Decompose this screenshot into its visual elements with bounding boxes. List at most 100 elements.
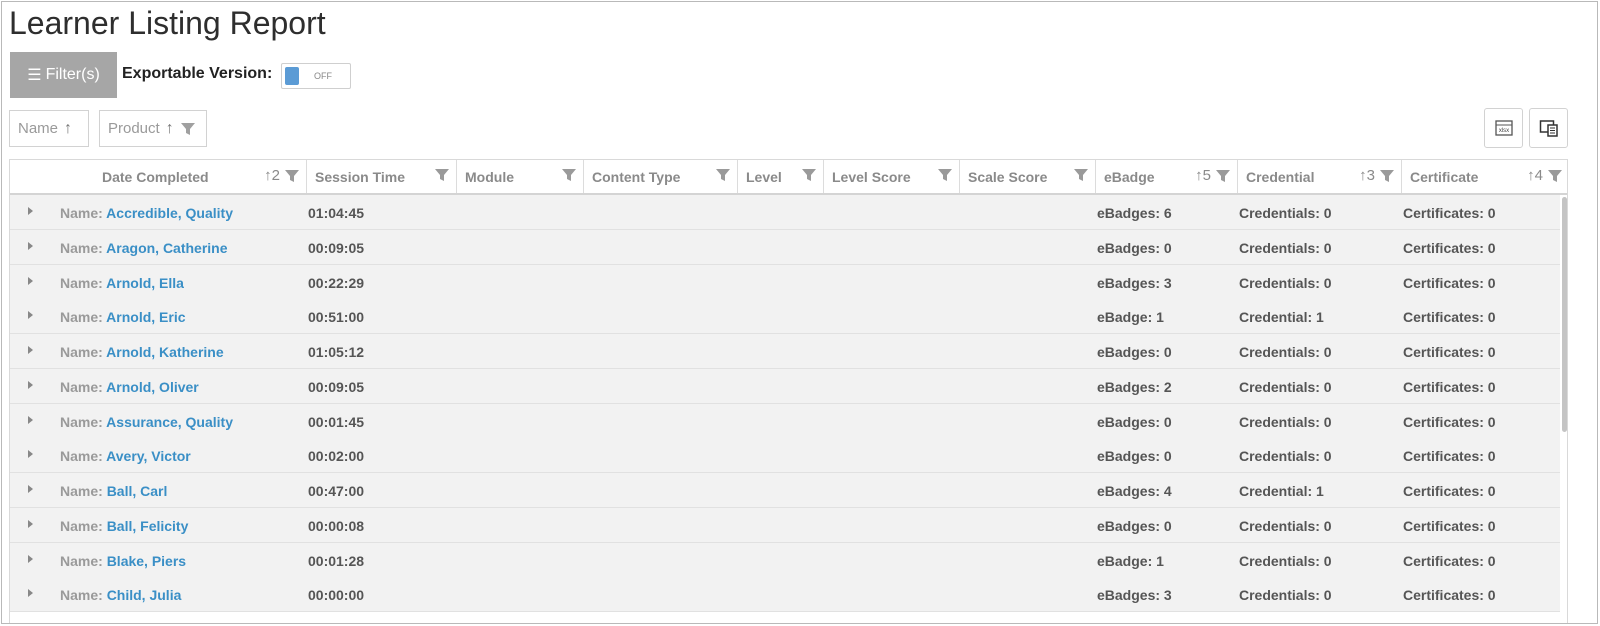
funnel-icon[interactable] <box>1379 168 1395 184</box>
funnel-icon[interactable] <box>937 167 953 183</box>
ebadge-cell: eBadge: 1 <box>1097 309 1164 326</box>
expand-caret-icon[interactable] <box>28 276 33 285</box>
row-name-cell: Name: Child, Julia <box>60 587 181 603</box>
vertical-scrollbar[interactable] <box>1562 197 1567 432</box>
table-row[interactable]: Name: Avery, Victor 00:02:00 eBadges: 0 Cre… <box>10 438 1560 474</box>
sort-up-arrow-icon[interactable]: ↑3 <box>1359 167 1375 184</box>
column-header-level-score[interactable]: Level Score <box>824 160 960 193</box>
row-name-prefix: Name: <box>60 552 103 569</box>
expand-caret-icon[interactable] <box>28 589 33 598</box>
table-row[interactable]: Name: Aragon, Catherine 00:09:05 eBadges: … <box>10 229 1560 265</box>
sort-up-arrow-icon[interactable]: ↑ <box>64 120 72 137</box>
column-header-module[interactable]: Module <box>457 160 584 193</box>
column-header-level[interactable]: Level <box>738 160 824 193</box>
column-header-label: Date Completed <box>102 168 209 185</box>
credential-cell: Credentials: 0 <box>1239 344 1332 360</box>
table-row[interactable]: Name: Arnold, Ella 00:22:29 eBadges: 3 Cred… <box>10 264 1560 300</box>
sort-up-arrow-icon[interactable]: ↑5 <box>1195 167 1211 184</box>
learner-name-link[interactable]: Ball, Felicity <box>107 518 189 534</box>
session-time-cell: 00:22:29 <box>308 274 365 291</box>
funnel-icon[interactable] <box>715 167 731 183</box>
funnel-icon[interactable] <box>434 167 450 183</box>
export-xlsx-button[interactable]: xlsx <box>1484 108 1523 148</box>
expand-caret-icon[interactable] <box>28 241 33 250</box>
funnel-icon[interactable] <box>1215 168 1231 184</box>
expand-caret-icon[interactable] <box>28 207 33 215</box>
credential-cell: Credentials: 0 <box>1239 274 1332 291</box>
row-name-cell: Name: Avery, Victor <box>60 448 191 464</box>
credential-cell: Credentials: 0 <box>1239 413 1332 430</box>
group-chip-product[interactable]: Product ↑ <box>99 110 207 147</box>
learner-name-link[interactable]: Blake, Piers <box>107 553 186 569</box>
expand-caret-icon[interactable] <box>28 554 33 563</box>
row-name-cell: Name: Aragon, Catherine <box>60 240 228 256</box>
report-window: Learner Listing Report ☰ Filter(s) Expor… <box>1 1 1598 624</box>
funnel-icon[interactable] <box>1073 167 1089 183</box>
row-name-prefix: Name: <box>60 344 103 360</box>
credential-cell: Credentials: 0 <box>1239 552 1332 569</box>
exportable-version-toggle[interactable]: OFF <box>281 63 351 89</box>
sort-up-arrow-icon[interactable]: ↑2 <box>264 167 280 184</box>
funnel-icon[interactable] <box>801 167 817 183</box>
expand-caret-icon[interactable] <box>28 519 33 528</box>
grid-header: Date Completed ↑2 Session Time Module Co… <box>10 160 1567 195</box>
expand-caret-icon[interactable] <box>28 380 33 389</box>
credential-cell: Credentials: 0 <box>1239 378 1332 395</box>
certificate-cell: Certificates: 0 <box>1403 239 1496 256</box>
row-name-prefix: Name: <box>60 239 103 256</box>
table-row[interactable]: Name: Assurance, Quality 00:01:45 eBadges:… <box>10 403 1560 439</box>
expand-caret-icon[interactable] <box>28 485 33 493</box>
column-header-date-completed[interactable]: Date Completed ↑2 <box>10 160 307 193</box>
expand-caret-icon[interactable] <box>28 311 33 320</box>
row-name-prefix: Name: <box>60 378 103 395</box>
column-header-credential[interactable]: Credential ↑3 <box>1238 160 1402 193</box>
session-time-cell: 00:00:08 <box>308 517 365 534</box>
table-row[interactable]: Name: Arnold, Eric 00:51:00 eBadge: 1 Crede… <box>10 299 1560 335</box>
filters-button[interactable]: ☰ Filter(s) <box>10 52 117 98</box>
ebadge-cell: eBadges: 2 <box>1097 378 1172 395</box>
credential-cell: Credentials: 0 <box>1239 448 1332 465</box>
certificate-cell: Certificates: 0 <box>1403 344 1496 360</box>
certificate-cell: Certificates: 0 <box>1403 483 1496 499</box>
table-row[interactable]: Name: Ball, Felicity 00:00:08 eBadges: 0 Cr… <box>10 507 1560 543</box>
learner-name-link[interactable]: Assurance, Quality <box>106 414 233 430</box>
table-row[interactable]: Name: Arnold, Oliver 00:09:05 eBadges: 2 Cr… <box>10 368 1560 404</box>
certificate-cell: Certificates: 0 <box>1403 587 1496 604</box>
row-name-prefix: Name: <box>60 413 103 430</box>
learner-name-link[interactable]: Ball, Carl <box>107 483 168 499</box>
ebadge-cell: eBadges: 6 <box>1097 205 1172 221</box>
expand-caret-icon[interactable] <box>28 450 33 459</box>
group-chip-name[interactable]: Name ↑ <box>9 110 89 147</box>
table-row[interactable]: Name: Blake, Piers 00:01:28 eBadge: 1 Crede… <box>10 542 1560 578</box>
column-header-certificate[interactable]: Certificate ↑4 <box>1402 160 1567 193</box>
table-row[interactable]: Name: Child, Julia 00:00:00 eBadges: 3 Cred… <box>10 577 1560 613</box>
sort-up-arrow-icon[interactable]: ↑4 <box>1527 167 1543 184</box>
expand-caret-icon[interactable] <box>28 346 33 354</box>
column-chooser-button[interactable] <box>1529 108 1568 148</box>
learner-name-link[interactable]: Arnold, Oliver <box>106 379 199 395</box>
credential-cell: Credentials: 0 <box>1239 587 1332 604</box>
table-row[interactable]: Name: Arnold, Katherine 01:05:12 eBadges: … <box>10 334 1560 369</box>
column-header-scale-score[interactable]: Scale Score <box>960 160 1096 193</box>
expand-caret-icon[interactable] <box>28 415 33 424</box>
sort-up-arrow-icon[interactable]: ↑ <box>166 120 174 137</box>
learner-name-link[interactable]: Avery, Victor <box>106 448 191 464</box>
learner-name-link[interactable]: Child, Julia <box>107 587 182 603</box>
column-header-session-time[interactable]: Session Time <box>307 160 457 193</box>
learner-grid: Date Completed ↑2 Session Time Module Co… <box>9 159 1568 623</box>
learner-name-link[interactable]: Aragon, Catherine <box>106 240 227 256</box>
column-header-ebadge[interactable]: eBadge ↑5 <box>1096 160 1238 193</box>
funnel-icon[interactable] <box>284 168 300 184</box>
funnel-icon[interactable] <box>561 167 577 183</box>
funnel-icon[interactable] <box>1547 168 1563 184</box>
learner-name-link[interactable]: Arnold, Ella <box>106 275 184 291</box>
funnel-icon[interactable] <box>180 121 196 137</box>
table-row[interactable]: Name: Ball, Carl 00:47:00 eBadges: 4 Creden… <box>10 473 1560 508</box>
session-time-cell: 00:47:00 <box>308 483 365 499</box>
column-header-content-type[interactable]: Content Type <box>584 160 738 193</box>
learner-name-link[interactable]: Arnold, Eric <box>106 309 185 325</box>
learner-name-link[interactable]: Arnold, Katherine <box>106 344 223 360</box>
ebadge-cell: eBadges: 3 <box>1097 587 1172 604</box>
learner-name-link[interactable]: Accredible, Quality <box>106 205 233 221</box>
table-row[interactable]: Name: Accredible, Quality 01:04:45 eBadges… <box>10 195 1560 230</box>
